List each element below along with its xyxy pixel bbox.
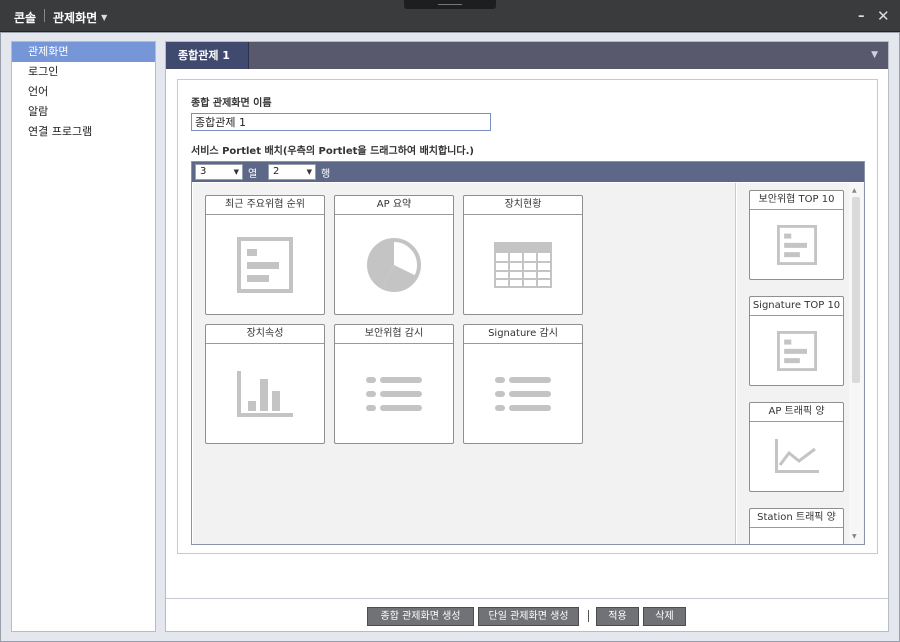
title-separator	[44, 9, 45, 22]
create-single-button[interactable]: 단일 관제화면 생성	[478, 607, 579, 626]
portlet-station-traffic[interactable]: Station 트래픽 양	[749, 508, 844, 544]
portlet-device-attributes[interactable]: 장치속성	[205, 324, 325, 444]
tab-bar: 종합관제 1 ▼	[166, 42, 888, 69]
create-combined-button[interactable]: 종합 관제화면 생성	[367, 607, 474, 626]
sidebar: 관제화면 로그인 언어 알람 연결 프로그램	[11, 41, 156, 632]
portlet-ap-traffic[interactable]: AP 트래픽 양	[749, 402, 844, 492]
drag-handle[interactable]	[404, 0, 496, 9]
app-title: 콘솔	[14, 11, 37, 25]
portlet-recent-threats[interactable]: 최근 주요위협 순위	[205, 195, 325, 315]
view-title: 관제화면	[53, 11, 98, 25]
list-doc-icon	[776, 330, 817, 371]
rows-label: 행	[321, 169, 331, 180]
scroll-down-icon[interactable]: ▼	[852, 533, 857, 540]
chevron-down-icon: ▼	[233, 168, 239, 176]
layout-toolbar: 3 ▼ 열 2 ▼ 행	[192, 162, 864, 182]
close-icon[interactable]: ✕	[877, 7, 890, 25]
portlet-title: AP 요약	[335, 196, 453, 215]
portlet-title: 보안위협 감시	[335, 325, 453, 344]
portlet-title: Signature 감시	[464, 325, 582, 344]
layout-label: 서비스 Portlet 배치(우측의 Portlet을 드래그하여 배치합니다.…	[191, 146, 474, 157]
pie-chart-icon	[367, 237, 421, 292]
columns-select[interactable]: 3 ▼	[195, 164, 243, 180]
portlet-title: 최근 주요위협 순위	[206, 196, 324, 215]
name-label: 종합 관제화면 이름	[191, 98, 272, 109]
portlet-title: AP 트래픽 양	[750, 403, 843, 422]
columns-label: 열	[248, 169, 258, 180]
sidebar-item-language[interactable]: 언어	[12, 82, 155, 102]
sidebar-item-dashboard[interactable]: 관제화면	[12, 42, 155, 62]
bullet-list-icon	[366, 376, 422, 411]
sidebar-item-linked-program[interactable]: 연결 프로그램	[12, 122, 155, 142]
sidebar-item-alarm[interactable]: 알람	[12, 102, 155, 122]
portlet-title: 장치현황	[464, 196, 582, 215]
portlet-title: Station 트래픽 양	[750, 509, 843, 528]
dashboard-name-input[interactable]	[191, 113, 491, 131]
columns-value: 3	[200, 166, 207, 177]
bar-chart-icon	[237, 370, 293, 417]
action-bar: 종합 관제화면 생성 단일 관제화면 생성 적용 삭제	[166, 598, 888, 631]
available-portlets-list[interactable]: 보안위협 TOP 10 Signature TOP 10 AP 트래픽 양 St…	[737, 183, 864, 544]
portlet-title: 장치속성	[206, 325, 324, 344]
portlet-threat-monitor[interactable]: 보안위협 감시	[334, 324, 454, 444]
list-doc-icon	[776, 224, 817, 265]
portlet-title: Signature TOP 10	[750, 297, 843, 316]
settings-panel: 종합 관제화면 이름 서비스 Portlet 배치(우측의 Portlet을 드…	[177, 79, 878, 554]
main-content: 종합관제 1 ▼ 종합 관제화면 이름 서비스 Portlet 배치(우측의 P…	[165, 41, 889, 632]
rows-select[interactable]: 2 ▼	[268, 164, 316, 180]
button-separator	[588, 610, 589, 622]
scroll-up-icon[interactable]: ▲	[852, 187, 857, 194]
apply-button[interactable]: 적용	[596, 607, 639, 626]
view-dropdown[interactable]: 관제화면 ▼	[53, 9, 107, 26]
portlet-threat-top10[interactable]: 보안위협 TOP 10	[749, 190, 844, 280]
minimize-icon[interactable]: –	[858, 9, 865, 24]
portlet-grid: 최근 주요위협 순위 AP 요약 장치현황 장치속성 보안위협 감시 Signa…	[193, 183, 736, 544]
chevron-down-icon[interactable]: ▼	[871, 50, 878, 60]
portlet-ap-summary[interactable]: AP 요약	[334, 195, 454, 315]
sidebar-item-login[interactable]: 로그인	[12, 62, 155, 82]
rows-value: 2	[273, 166, 280, 177]
portlet-signature-monitor[interactable]: Signature 감시	[463, 324, 583, 444]
list-doc-icon	[237, 236, 293, 293]
chevron-down-icon: ▼	[306, 168, 312, 176]
bullet-list-icon	[495, 376, 551, 411]
caret-down-icon: ▼	[101, 13, 108, 22]
tab-combined-1[interactable]: 종합관제 1	[166, 42, 249, 69]
portlet-device-status[interactable]: 장치현황	[463, 195, 583, 315]
table-icon	[494, 241, 552, 288]
delete-button[interactable]: 삭제	[643, 607, 686, 626]
title-bar: 콘솔 관제화면 ▼ – ✕	[0, 0, 900, 32]
portlet-signature-top10[interactable]: Signature TOP 10	[749, 296, 844, 386]
portlet-title: 보안위협 TOP 10	[750, 191, 843, 210]
scrollbar[interactable]: ▲ ▼	[849, 183, 863, 544]
portlet-layout-area: 3 ▼ 열 2 ▼ 행 최근 주요위협 순위 AP 요약 장치현황 장치속성 보…	[191, 161, 865, 545]
line-chart-icon	[774, 438, 819, 473]
scroll-thumb[interactable]	[852, 197, 860, 383]
